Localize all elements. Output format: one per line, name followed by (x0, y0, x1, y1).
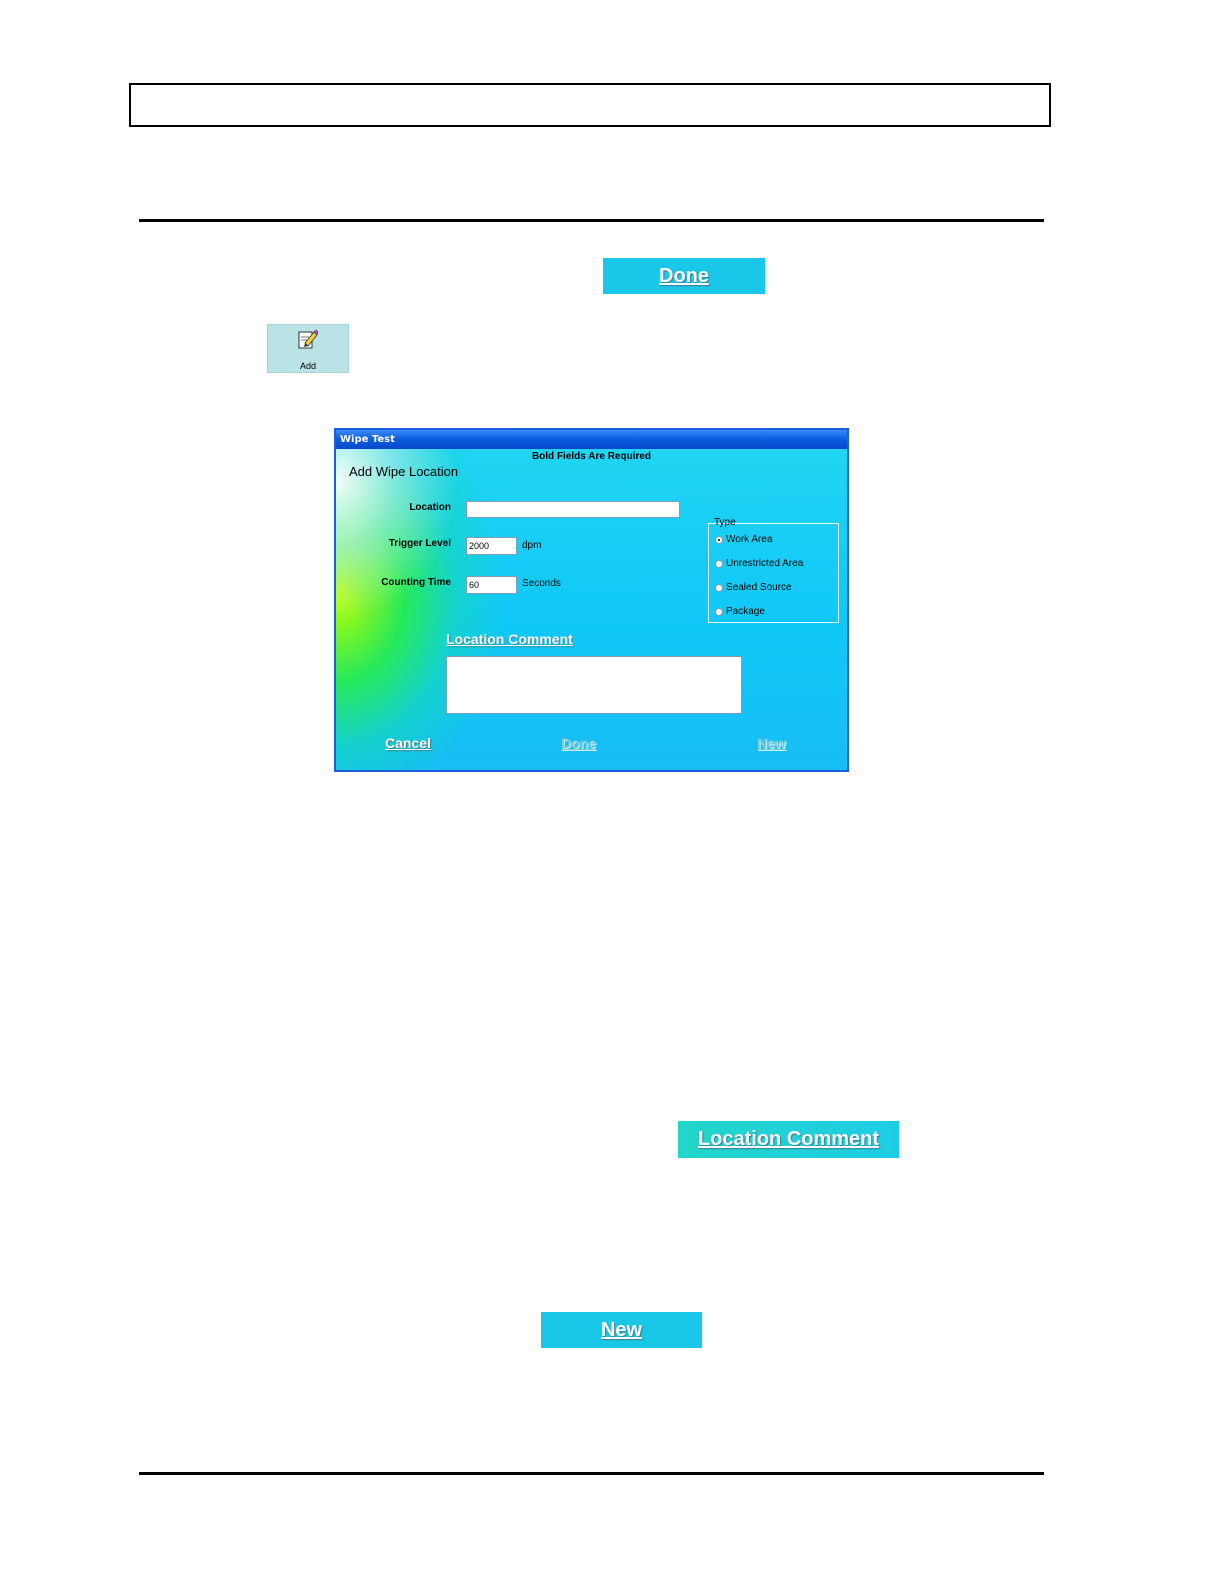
bottom-rule (139, 1472, 1044, 1475)
radio-unselected-icon (715, 559, 723, 568)
radio-unselected-icon (715, 607, 723, 616)
new-button-label: New (600, 1318, 643, 1341)
dialog-client-area: Bold Fields Are Required Add Wipe Locati… (336, 449, 847, 770)
counting-time-unit: Seconds (522, 578, 561, 589)
top-rule (139, 219, 1044, 222)
location-input[interactable] (466, 501, 680, 518)
dialog-done-button-label: Done (561, 735, 596, 751)
location-comment-button-label: Location Comment (697, 1128, 880, 1150)
trigger-level-input[interactable]: 2000 (466, 537, 517, 555)
radio-unselected-icon (715, 583, 723, 592)
required-note: Bold Fields Are Required (531, 451, 652, 462)
location-label: Location (409, 502, 451, 513)
page-header-box (129, 83, 1051, 127)
cancel-button[interactable]: Cancel (385, 735, 431, 751)
radio-sealed-source-label: Sealed Source (726, 582, 792, 593)
add-toolbar-button[interactable]: Add (267, 324, 349, 373)
dialog-new-button[interactable]: New (757, 735, 786, 751)
radio-selected-icon (715, 535, 723, 544)
dialog-heading: Add Wipe Location (349, 464, 459, 479)
done-button[interactable]: Done (603, 258, 765, 294)
radio-sealed-source[interactable]: Sealed Source (715, 582, 792, 593)
location-comment-label-text: Location Comment (446, 631, 573, 647)
dialog-new-button-label: New (757, 735, 786, 751)
counting-time-input[interactable]: 60 (466, 576, 517, 594)
trigger-level-unit: dpm (522, 540, 542, 551)
radio-package[interactable]: Package (715, 606, 765, 617)
trigger-level-label: Trigger Level (388, 538, 451, 549)
radio-unrestricted-area-label: Unrestricted Area (726, 558, 804, 569)
location-comment-button[interactable]: Location Comment (678, 1121, 899, 1158)
cancel-button-label: Cancel (385, 735, 431, 751)
done-button-label: Done (659, 264, 709, 287)
dialog-done-button[interactable]: Done (561, 735, 596, 751)
edit-note-icon (298, 329, 319, 349)
type-legend: Type (714, 517, 736, 528)
radio-package-label: Package (726, 606, 765, 617)
dialog-title: Wipe Test (336, 430, 847, 449)
radio-work-area[interactable]: Work Area (715, 534, 773, 545)
radio-work-area-label: Work Area (726, 534, 773, 545)
wipe-test-dialog: Wipe Test Bold Fields Are Required Add W… (334, 428, 849, 772)
new-button[interactable]: New (541, 1312, 702, 1348)
add-toolbar-label: Add (299, 361, 316, 371)
location-comment-label[interactable]: Location Comment (446, 631, 573, 647)
type-group: Type Work Area Unrestricted Area Sealed … (708, 517, 839, 623)
location-comment-textarea[interactable] (446, 656, 742, 714)
radio-unrestricted-area[interactable]: Unrestricted Area (715, 558, 803, 569)
counting-time-label: Counting Time (381, 577, 451, 588)
